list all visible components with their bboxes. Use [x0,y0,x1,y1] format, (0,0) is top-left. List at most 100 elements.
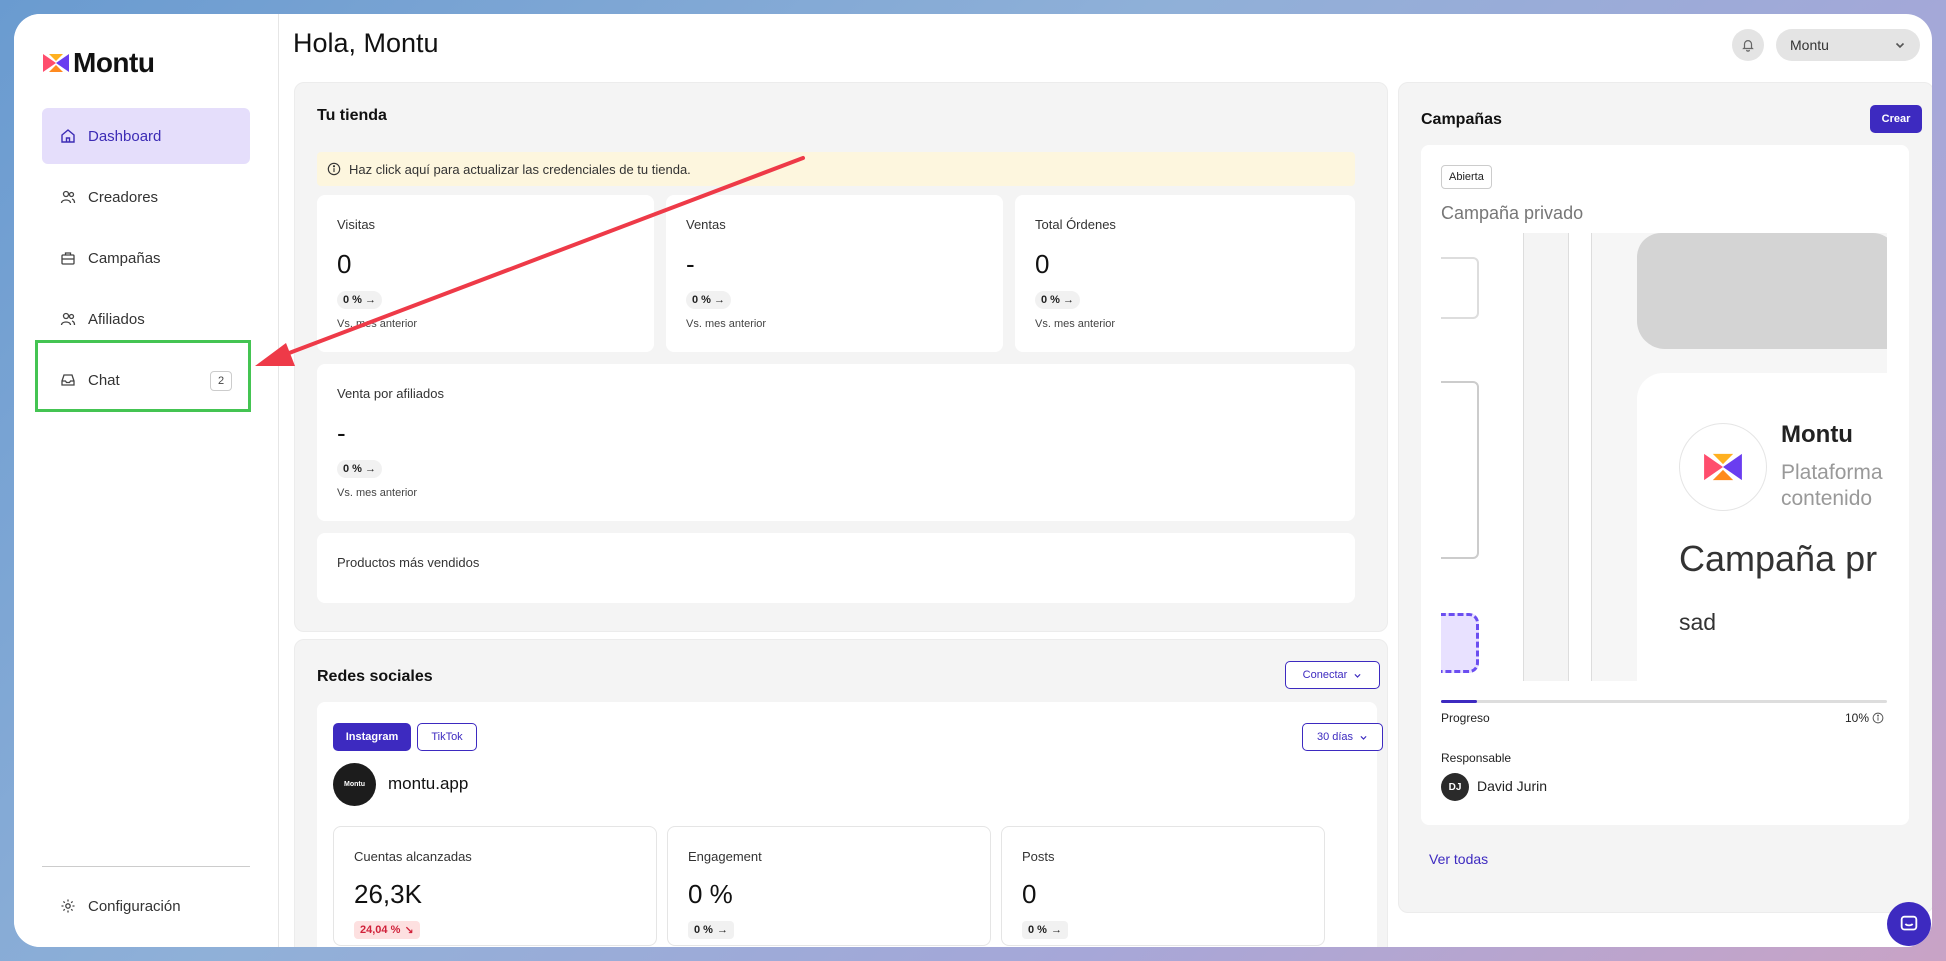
see-all-campaigns-link[interactable]: Ver todas [1429,851,1488,867]
home-icon [61,129,75,143]
metric-value: - [686,249,695,279]
user-name: Montu [1790,37,1829,53]
metric-label: Visitas [337,217,376,232]
support-chat-button[interactable] [1887,902,1931,946]
stat-card-posts: Posts 0 0 % → [1001,826,1325,946]
sidebar-item-configuracion[interactable]: Configuración [42,886,181,926]
alert-text: Haz click aquí para actualizar las crede… [349,161,691,177]
preview-content-card: Montu Plataforma contenido Campaña pr sa… [1637,373,1887,681]
info-icon[interactable] [1872,712,1884,724]
sidebar-item-label: Chat [88,371,120,389]
campaign-card[interactable]: Abierta Campaña privado Montu Plataforma… [1421,145,1909,825]
store-title: Tu tienda [317,107,387,124]
metric-value: 0 [337,249,352,279]
sidebar: Montu Dashboard Creadores Campañas Afili… [14,14,279,947]
stat-change: 0 % → [688,921,734,939]
stat-label: Posts [1022,849,1055,864]
metric-card-ordenes: Total Órdenes 0 0 % → Vs. mes anterior [1015,195,1355,352]
social-panel: Redes sociales Conectar Instagram TikTok… [294,639,1388,947]
metric-change: 0 % → [337,460,382,478]
change-value: 24,04 % [360,924,401,936]
stat-value: 0 % [688,879,733,909]
preview-frame-2 [1441,381,1479,559]
progress-fill [1441,700,1477,703]
stat-value: 26,3K [354,879,422,909]
page-title: Hola, Montu [293,28,439,58]
arrow-right-icon: → [364,294,376,306]
metric-label: Venta por afiliados [337,386,444,401]
connect-button[interactable]: Conectar [1285,661,1380,689]
arrow-down-right-icon: ↘ [404,924,414,937]
change-value: 0 % [1028,924,1047,936]
sidebar-item-campanas[interactable]: Campañas [42,230,250,286]
metric-compare: Vs. mes anterior [337,318,418,330]
metric-value: 0 [1035,249,1050,279]
social-title: Redes sociales [317,668,433,685]
montu-logo-icon [43,54,69,72]
metric-card-visitas: Visitas 0 0 % → Vs. mes anterior [317,195,654,352]
sidebar-divider [42,866,250,867]
users-icon [60,190,76,204]
status-badge: Abierta [1441,165,1492,189]
responsible-name: David Jurin [1477,778,1548,794]
sidebar-item-dashboard[interactable]: Dashboard [42,108,250,164]
stat-value: 0 [1022,879,1037,909]
preview-brand-avatar [1679,423,1767,511]
user-menu-dropdown[interactable]: Montu [1776,29,1920,61]
create-campaign-button[interactable]: Crear [1870,105,1922,133]
stat-change: 0 % → [1022,921,1068,939]
chat-bubble-icon [1900,915,1918,931]
notifications-button[interactable] [1732,29,1764,61]
sidebar-item-creadores[interactable]: Creadores [42,169,250,225]
stat-card-cuentas: Cuentas alcanzadas 26,3K 24,04 % ↘ [333,826,657,946]
progress-bar [1441,700,1887,703]
arrow-right-icon: → [364,463,376,475]
chat-count-badge: 2 [210,371,232,391]
responsible-label: Responsable [1441,751,1512,765]
campaign-name: Campaña privado [1441,203,1584,223]
logo-text: Montu [73,47,155,78]
sidebar-item-label: Campañas [88,249,161,267]
sidebar-item-label: Creadores [88,188,159,206]
preview-brand-name: Montu [1781,421,1853,448]
chevron-down-icon [1354,673,1361,678]
social-content-card: Instagram TikTok 30 días Montu montu.app… [317,702,1383,947]
preview-body: sad [1679,609,1717,635]
change-value: 0 % [1041,294,1060,306]
metric-card-ventas: Ventas - 0 % → Vs. mes anterior [666,195,1003,352]
arrow-right-icon: → [1062,294,1074,306]
preview-frame-1 [1441,257,1479,319]
sidebar-item-afiliados[interactable]: Afiliados [42,291,250,347]
change-value: 0 % [692,294,711,306]
store-panel: Tu tienda Haz click aquí para actualizar… [294,82,1388,632]
stat-change-negative: 24,04 % ↘ [354,921,420,939]
chevron-down-icon [1360,735,1367,740]
preview-subtitle-1: Plataforma [1781,461,1883,484]
campaigns-panel: Campañas Crear Abierta Campaña privado M… [1398,82,1932,913]
preview-column-1 [1523,233,1569,681]
sidebar-item-chat[interactable]: Chat 2 [42,352,250,408]
metric-label: Total Órdenes [1035,217,1116,232]
change-value: 0 % [694,924,713,936]
gear-icon [61,899,75,913]
inbox-icon [61,374,75,386]
store-credentials-alert[interactable]: Haz click aquí para actualizar las crede… [317,152,1355,186]
account-avatar: Montu [333,763,376,806]
period-dropdown[interactable]: 30 días [1302,723,1383,751]
avatar-text: Montu [344,781,365,788]
account-name: montu.app [388,774,469,793]
metric-change: 0 % → [1035,291,1080,309]
preview-cover [1637,233,1887,349]
logo[interactable]: Montu [41,47,155,79]
metric-change: 0 % → [337,291,382,309]
tab-tiktok[interactable]: TikTok [417,723,477,751]
progress-label: Progreso [1441,711,1490,725]
arrow-right-icon: → [713,294,725,306]
stat-label: Engagement [688,849,762,864]
chevron-down-icon [1895,42,1905,49]
change-value: 0 % [343,463,362,475]
campaign-preview: Montu Plataforma contenido Campaña pr sa… [1441,233,1887,681]
arrow-right-icon: → [716,924,728,936]
stat-label: Cuentas alcanzadas [354,849,472,864]
tab-instagram[interactable]: Instagram [333,723,411,751]
